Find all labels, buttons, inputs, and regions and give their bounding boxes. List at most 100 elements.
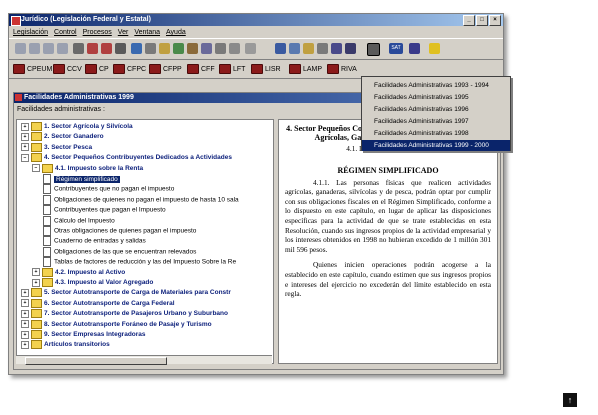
tree-item[interactable]: +2. Sector Ganadero bbox=[21, 132, 104, 142]
font-size-down-icon[interactable] bbox=[101, 43, 112, 54]
dropdown-item[interactable]: Facilidades Administrativas 1997 bbox=[362, 116, 510, 127]
code-button-cfpp[interactable]: CFPP bbox=[149, 63, 182, 75]
expand-icon[interactable]: + bbox=[21, 320, 29, 329]
tree-item[interactable]: +6. Sector Autotransporte de Carga Feder… bbox=[21, 298, 175, 309]
expand-icon[interactable]: + bbox=[21, 122, 29, 131]
code-button-cp[interactable]: CP bbox=[85, 63, 109, 75]
calendar-icon[interactable] bbox=[331, 43, 342, 54]
child-title: Facilidades Administrativas 1999 bbox=[24, 94, 134, 101]
help-icon[interactable] bbox=[215, 43, 226, 54]
collapse-icon[interactable]: − bbox=[21, 153, 29, 162]
facilidades-button[interactable] bbox=[367, 43, 380, 56]
monitor-icon[interactable] bbox=[345, 43, 356, 54]
menu-ventana[interactable]: Ventana bbox=[134, 27, 160, 38]
tree-item-label: Otras obligaciones de quienes pagan el i… bbox=[54, 227, 197, 235]
scroll-to-top-icon[interactable]: ↑ bbox=[563, 393, 577, 407]
code-button-cpeum[interactable]: CPEUM bbox=[13, 63, 52, 75]
print-icon[interactable] bbox=[73, 43, 84, 54]
dropdown-item[interactable]: Facilidades Administrativas 1995 bbox=[362, 92, 510, 103]
tree-item[interactable]: +5. Sector Autotransporte de Carga de Ma… bbox=[21, 288, 231, 298]
tree-item[interactable]: Otras obligaciones de quienes pagan el i… bbox=[43, 226, 196, 236]
tree-item-label: Artículos transitorios bbox=[44, 341, 110, 349]
expand-icon[interactable]: + bbox=[21, 132, 29, 141]
dropdown-item[interactable]: Facilidades Administrativas 1998 bbox=[362, 128, 510, 139]
horizontal-scrollbar[interactable] bbox=[16, 355, 272, 365]
dropdown-item[interactable]: Facilidades Administrativas 1999 - 2000 bbox=[362, 140, 510, 151]
misc-icon[interactable] bbox=[229, 43, 240, 54]
cut-icon[interactable] bbox=[145, 43, 156, 54]
tree-item[interactable]: − 4.1. Impuesto sobre la Renta bbox=[32, 163, 143, 174]
menu-legislacion[interactable]: Legislación bbox=[13, 27, 48, 38]
tree-item[interactable]: +8. Sector Autotransporte Foráneo de Pas… bbox=[21, 319, 212, 330]
tree-item[interactable]: +1. Sector Agrícola y Silvícola bbox=[21, 122, 133, 132]
tree-item[interactable]: +4.3. Impuesto al Valor Agregado bbox=[32, 278, 153, 288]
law-book-icon[interactable] bbox=[275, 43, 286, 54]
tools-icon[interactable] bbox=[201, 43, 212, 54]
tree-item[interactable]: +9. Sector Empresas Integradoras bbox=[21, 330, 146, 340]
expand-icon[interactable]: + bbox=[32, 278, 40, 287]
tree-item[interactable]: Contribuyentes que no pagan el impuesto bbox=[43, 184, 174, 195]
book-icon bbox=[53, 64, 65, 74]
document-pane[interactable]: 4. Sector Pequeños Contribuyentes Dedica… bbox=[278, 119, 498, 364]
expand-icon[interactable]: + bbox=[21, 340, 29, 349]
document-icon[interactable] bbox=[289, 43, 300, 54]
code-button-cff[interactable]: CFF bbox=[187, 63, 215, 75]
expand-icon[interactable]: + bbox=[21, 143, 29, 152]
tree-item[interactable]: Obligaciones de las que se encuentran re… bbox=[43, 246, 196, 257]
tree-item[interactable]: Tablas de factores de reducción y las de… bbox=[43, 257, 236, 268]
bookmark-icon[interactable] bbox=[173, 43, 184, 54]
scroll-thumb[interactable] bbox=[25, 357, 167, 365]
tree-item-selected[interactable]: Régimen simplificado bbox=[43, 174, 120, 184]
code-button-lamp[interactable]: LAMP bbox=[289, 63, 322, 75]
close-button[interactable]: × bbox=[489, 15, 501, 26]
code-button-riva[interactable]: RIVA bbox=[327, 63, 357, 75]
next-icon[interactable] bbox=[43, 43, 54, 54]
minimize-button[interactable]: _ bbox=[463, 15, 475, 26]
tree-item[interactable]: +3. Sector Pesca bbox=[21, 142, 92, 153]
code-button-lft[interactable]: LFT bbox=[219, 63, 245, 75]
menu-procesos[interactable]: Procesos bbox=[83, 27, 112, 38]
tree-item[interactable]: + Artículos transitorios bbox=[21, 340, 110, 350]
tree-item-label: Cálculo del Impuesto bbox=[54, 217, 115, 225]
edit-icon[interactable] bbox=[317, 43, 328, 54]
search-icon[interactable] bbox=[115, 43, 126, 54]
tree-item[interactable]: Obligaciones de quienes no pagan el impu… bbox=[43, 194, 239, 205]
maximize-button[interactable]: □ bbox=[476, 15, 488, 26]
collapse-icon[interactable]: − bbox=[32, 164, 40, 173]
expand-icon[interactable]: + bbox=[21, 330, 29, 339]
dropdown-item[interactable]: Facilidades Administrativas 1993 - 1994 bbox=[362, 80, 510, 91]
last-icon[interactable] bbox=[57, 43, 68, 54]
tree-view[interactable]: +1. Sector Agrícola y Silvícola +2. Secto… bbox=[16, 119, 274, 364]
toolbar: SAT bbox=[9, 38, 503, 60]
tree-item[interactable]: Cuaderno de entradas y salidas bbox=[43, 236, 146, 247]
attach-icon[interactable] bbox=[187, 43, 198, 54]
copy-icon[interactable] bbox=[131, 43, 142, 54]
document-icon bbox=[43, 246, 51, 257]
menu-control[interactable]: Control bbox=[54, 27, 77, 38]
tree-item[interactable]: Cálculo del Impuesto bbox=[43, 215, 115, 226]
code-button-ccv[interactable]: CCV bbox=[53, 63, 82, 75]
app-icon bbox=[11, 16, 21, 26]
folder-tools-icon[interactable] bbox=[303, 43, 314, 54]
note-icon[interactable] bbox=[159, 43, 170, 54]
tree-item[interactable]: +7. Sector Autotransporte de Pasajeros U… bbox=[21, 309, 228, 319]
code-button-lisr[interactable]: LISR bbox=[251, 63, 281, 75]
tree-item[interactable]: +4.2. Impuesto al Activo bbox=[32, 267, 125, 278]
expand-icon[interactable]: + bbox=[21, 288, 29, 297]
tree-item[interactable]: Contribuyentes que pagan el Impuesto bbox=[43, 205, 166, 216]
expand-icon[interactable]: + bbox=[21, 299, 29, 308]
highlight-icon[interactable] bbox=[429, 43, 440, 54]
screen-icon[interactable] bbox=[245, 43, 256, 54]
font-size-up-icon[interactable] bbox=[87, 43, 98, 54]
sat-icon[interactable]: SAT bbox=[389, 43, 403, 54]
expand-icon[interactable]: + bbox=[32, 268, 40, 277]
tree-item[interactable]: − 4. Sector Pequeños Contribuyentes Dedic… bbox=[21, 153, 232, 163]
previous-icon[interactable] bbox=[29, 43, 40, 54]
expand-icon[interactable]: + bbox=[21, 309, 29, 318]
first-icon[interactable] bbox=[15, 43, 26, 54]
menu-ver[interactable]: Ver bbox=[118, 27, 129, 38]
code-button-cfpc[interactable]: CFPC bbox=[113, 63, 146, 75]
menu-ayuda[interactable]: Ayuda bbox=[166, 27, 186, 38]
report-icon[interactable] bbox=[409, 43, 420, 54]
dropdown-item[interactable]: Facilidades Administrativas 1996 bbox=[362, 104, 510, 115]
